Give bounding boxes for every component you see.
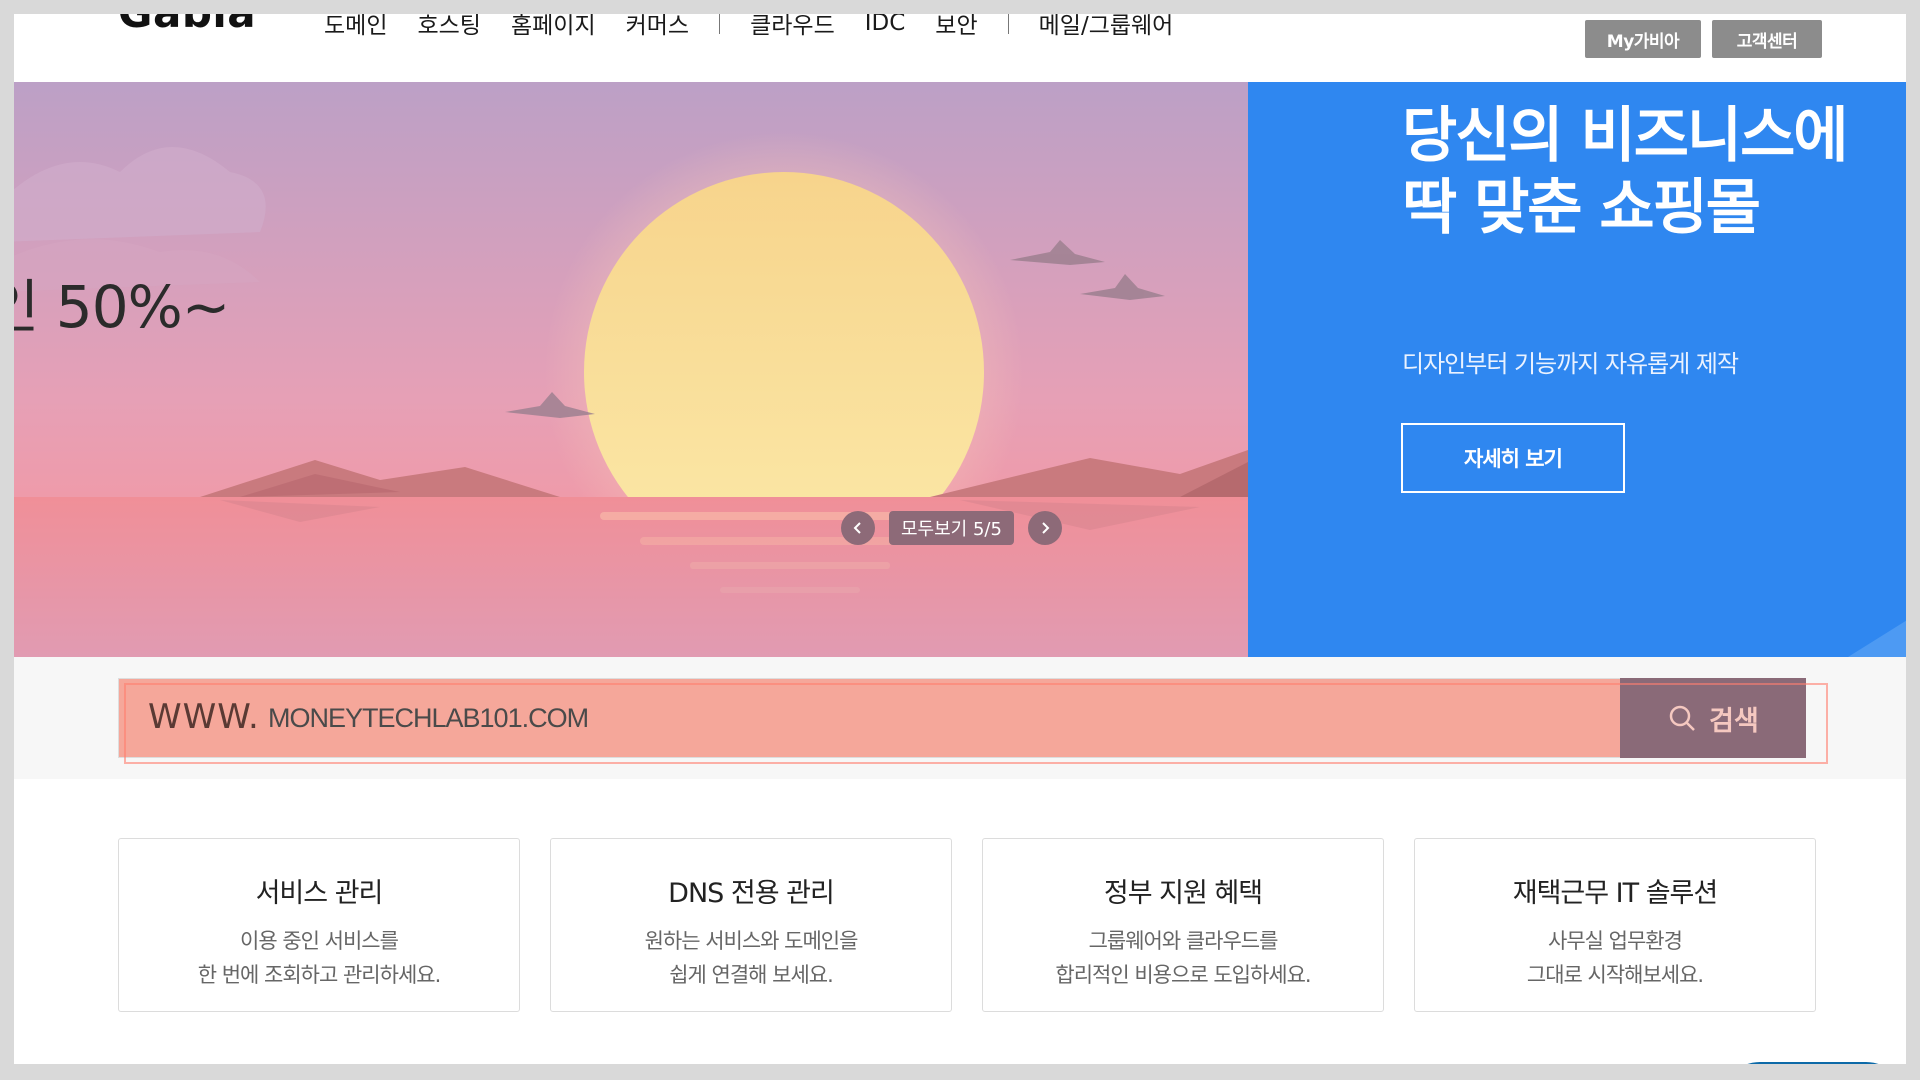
- search-icon: [1669, 705, 1696, 731]
- next-slide-button[interactable]: [1027, 511, 1062, 545]
- card-title: DNS 전용 관리: [668, 878, 835, 909]
- www-prefix: WWW.: [148, 697, 260, 737]
- card-desc-line2: 쉽게 연결해 보세요.: [669, 963, 834, 987]
- view-details-button[interactable]: 자세히 보기: [1401, 423, 1625, 493]
- hero-subtitle: 디자인부터 기능까지 자유롭게 제작: [1402, 350, 1739, 378]
- card-title: 재택근무 IT 솔루션: [1512, 878, 1719, 909]
- search-button[interactable]: 검색: [1620, 678, 1806, 758]
- prev-slide-button[interactable]: [841, 511, 875, 545]
- search-button-label: 검색: [1709, 705, 1759, 737]
- nav-divider: [1007, 12, 1009, 34]
- chevron-left-icon: [853, 522, 861, 534]
- card-government-support[interactable]: 정부 지원 혜택 그룹웨어와 클라우드를 합리적인 비용으로 도입하세요.: [982, 838, 1384, 1012]
- hero-title: 당신의 비즈니스에 딱 맞춘 쇼핑몰: [1402, 100, 1848, 244]
- hero-title-line2: 딱 맞춘 쇼핑몰: [1402, 173, 1761, 243]
- nav-divider: [719, 12, 721, 34]
- hero-title-line1: 당신의 비즈니스에: [1402, 101, 1848, 171]
- customer-center-button[interactable]: 고객센터: [1712, 20, 1822, 58]
- card-service-management[interactable]: 서비스 관리 이용 중인 서비스를 한 번에 조회하고 관리하세요.: [118, 838, 520, 1012]
- card-remote-work-solution[interactable]: 재택근무 IT 솔루션 사무실 업무환경 그대로 시작해보세요.: [1414, 838, 1816, 1012]
- domain-search-input[interactable]: [268, 688, 1618, 748]
- card-title: 정부 지원 혜택: [1103, 878, 1263, 909]
- frame-border: [0, 1064, 1920, 1080]
- frame-border: [1906, 0, 1920, 1080]
- frame-border: [0, 0, 1920, 14]
- card-desc-line2: 한 번에 조회하고 관리하세요.: [197, 963, 442, 987]
- card-desc-line2: 그대로 시작해보세요.: [1526, 963, 1704, 987]
- view-all-slides[interactable]: 모두보기 5/5: [889, 511, 1014, 545]
- card-desc-line2: 합리적인 비용으로 도입하세요.: [1055, 963, 1311, 987]
- card-desc-line1: 이용 중인 서비스를: [240, 929, 399, 953]
- card-desc-line1: 그룹웨어와 클라우드를: [1088, 929, 1279, 953]
- card-desc-line1: 사무실 업무환경: [1548, 929, 1683, 953]
- frame-border: [0, 0, 14, 1080]
- sunset-illustration: [0, 82, 1248, 657]
- hero-illustration: 인 50%~: [0, 82, 1248, 657]
- card-desc-line1: 원하는 서비스와 도메인을: [644, 929, 859, 953]
- previous-slide-promo: 인 50%~: [0, 273, 230, 341]
- card-dns-management[interactable]: DNS 전용 관리 원하는 서비스와 도메인을 쉽게 연결해 보세요.: [550, 838, 952, 1012]
- quick-service-cards: 서비스 관리 이용 중인 서비스를 한 번에 조회하고 관리하세요. DNS 전…: [118, 838, 1816, 1012]
- slide-pager: 모두보기 5/5: [841, 511, 1062, 545]
- chevron-right-icon: [1042, 522, 1050, 534]
- card-title: 서비스 관리: [255, 878, 384, 909]
- my-gabia-button[interactable]: My가비아: [1585, 20, 1701, 58]
